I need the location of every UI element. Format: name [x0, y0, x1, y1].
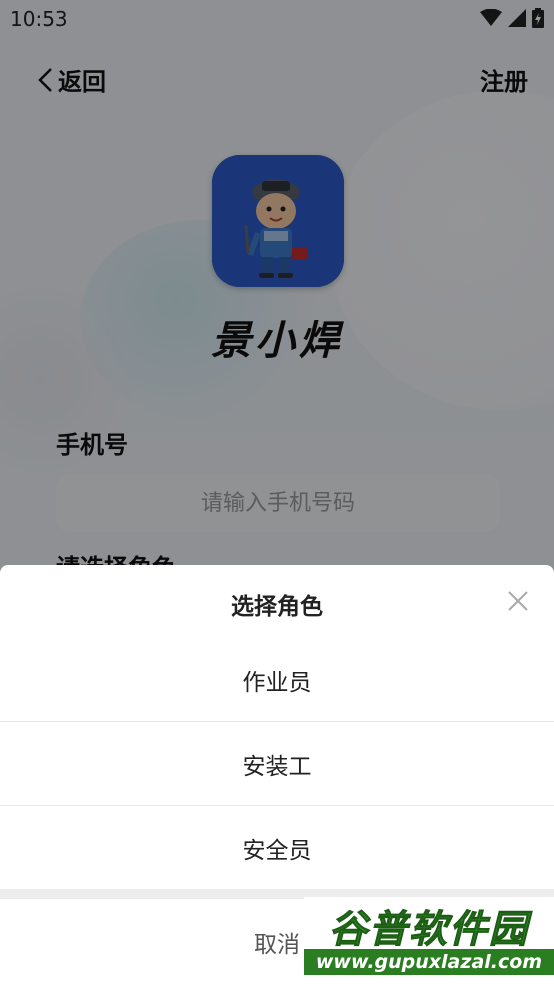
role-option-operator[interactable]: 作业员	[0, 638, 554, 722]
watermark-url: www.gupuxlazal.com	[304, 949, 554, 975]
watermark: 谷普软件园 www.gupuxlazal.com	[304, 897, 554, 979]
role-option-safety-officer[interactable]: 安全员	[0, 806, 554, 890]
role-option-installer[interactable]: 安装工	[0, 722, 554, 806]
close-icon[interactable]	[506, 589, 530, 613]
sheet-title: 选择角色	[231, 594, 323, 620]
watermark-title: 谷普软件园	[328, 906, 529, 951]
